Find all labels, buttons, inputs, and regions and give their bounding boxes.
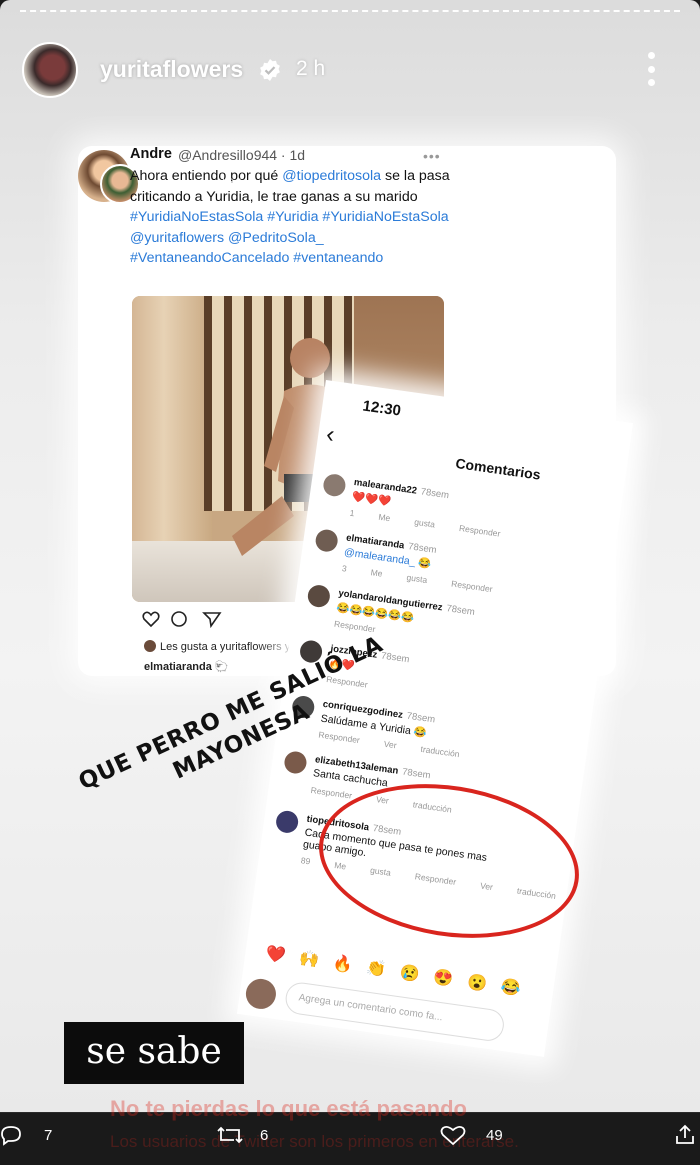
caption-sticker: se sabe: [64, 1022, 244, 1084]
like-count: 49: [486, 1126, 503, 1144]
comments-title: Comentarios: [454, 454, 542, 483]
tweet-first-comment: elmatiaranda 🐑: [144, 661, 229, 673]
retweet-count: 6: [260, 1126, 269, 1144]
background-headline: No te pierdas lo que está pasando: [110, 1096, 467, 1121]
more-options-icon[interactable]: [644, 52, 658, 86]
comment-item: elmatiaranda 78sem @malearanda_ 😂 3 Me gu…: [314, 528, 604, 594]
story-time: 2 h: [296, 57, 326, 80]
verified-badge-icon: [260, 59, 280, 81]
tweet-actions-icons: [142, 611, 222, 628]
watermark: ratumachida: [168, 176, 251, 191]
reply-count: 7: [44, 1126, 53, 1144]
retweet-button[interactable]: 6: [216, 1124, 268, 1146]
tweet-handle-time: @Andresillo944 · 1d: [178, 147, 306, 163]
reply-icon: [1, 1126, 21, 1146]
story-progress-bar: [20, 10, 680, 16]
commenter-avatar: [243, 976, 278, 1011]
retweet-icon: [217, 1126, 243, 1144]
tweet-more-icon: •••: [423, 148, 441, 164]
like-button[interactable]: 49: [440, 1124, 503, 1146]
share-icon: [676, 1124, 694, 1144]
share-button[interactable]: [674, 1124, 700, 1146]
phone-time: 12:30: [361, 397, 402, 420]
story-frame[interactable]: yuritaflowers 2 h Andre @Andresillo944 ·…: [0, 0, 700, 1112]
reply-button[interactable]: 7: [0, 1124, 52, 1146]
story-username[interactable]: yuritaflowers: [100, 56, 243, 83]
heart-icon: [440, 1125, 466, 1146]
comment-item: yolandaroldangutierrez 78sem 😂😂😂😂😂😂 Respo…: [306, 583, 596, 634]
tweet-display-name: Andre: [130, 146, 172, 162]
back-arrow-icon: ‹: [324, 420, 337, 449]
comment-item: malearanda22 78sem ❤️❤️❤️ 1 Me gusta Resp…: [322, 472, 612, 539]
profile-avatar[interactable]: [22, 42, 78, 98]
